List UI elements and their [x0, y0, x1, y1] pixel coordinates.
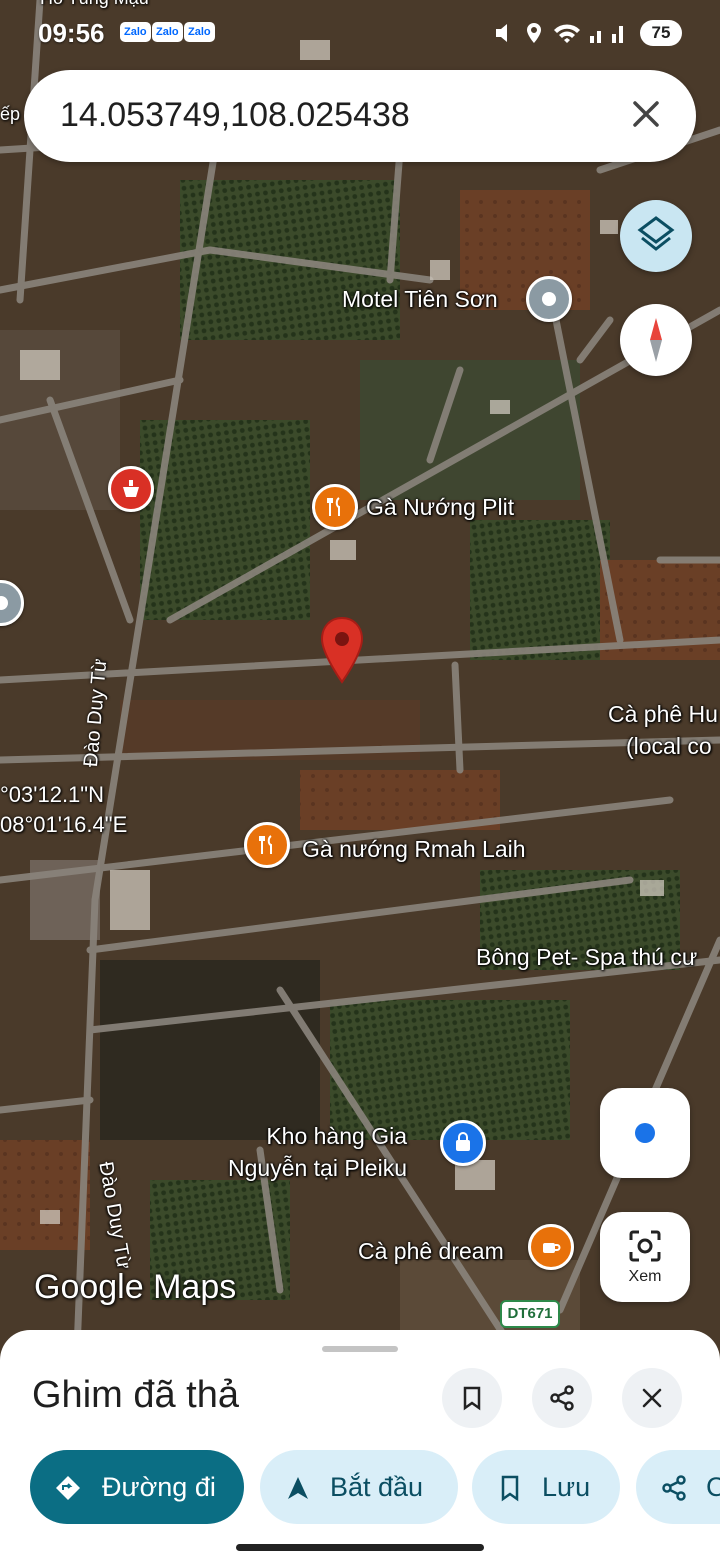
location-icon	[527, 23, 541, 43]
medical-pin-icon[interactable]	[108, 466, 154, 512]
dropped-pin-icon	[320, 616, 364, 684]
mute-icon	[496, 24, 507, 42]
wifi-icon	[554, 24, 580, 43]
search-query[interactable]: 14.053749,108.025438	[60, 96, 410, 135]
place-bottom-sheet[interactable]: Ghim đã thả Đường đi Bắt đầu Lưu C	[0, 1330, 720, 1561]
camera-lens-icon	[629, 1230, 661, 1262]
poi-motel-tien-son[interactable]: Motel Tiên Sơn	[342, 286, 498, 313]
status-time: 09:56	[38, 18, 105, 48]
lens-view-button[interactable]: Xem	[600, 1212, 690, 1302]
directions-chip[interactable]: Đường đi	[30, 1450, 244, 1524]
zalo-notification-icon: Zalo	[152, 22, 183, 42]
poi-kho-hang-name: Kho hàng Gia	[266, 1123, 407, 1149]
sheet-drag-handle[interactable]	[322, 1346, 398, 1352]
compass-icon	[650, 318, 662, 362]
start-chip[interactable]: Bắt đầu	[260, 1450, 458, 1524]
poi-ca-phe-hu-line2: (local co	[626, 733, 712, 759]
poi-kho-hang-gia-nguyen[interactable]: Kho hàng Gia Nguyễn tại Pleiku	[228, 1120, 407, 1184]
restaurant-pin-icon[interactable]	[244, 822, 290, 868]
my-location-button[interactable]	[600, 1088, 690, 1178]
google-maps-watermark: Google Maps	[34, 1268, 237, 1306]
zalo-notification-icon: Zalo	[184, 22, 215, 42]
poi-ga-nuong-plit[interactable]: Gà Nướng Plit	[366, 494, 514, 521]
share-chip[interactable]: C	[636, 1450, 720, 1524]
cafe-pin-icon[interactable]	[528, 1224, 574, 1270]
poi-bong-pet-spa[interactable]: Bông Pet- Spa thú cư	[476, 944, 697, 971]
poi-ca-phe-dream[interactable]: Cà phê dream	[358, 1238, 504, 1265]
bookmark-icon	[463, 1386, 481, 1411]
sheet-title: Ghim đã thả	[32, 1374, 239, 1416]
poi-ca-phe-hu-name: Cà phê Hu	[608, 701, 718, 727]
layers-icon	[637, 216, 675, 251]
save-chip-label: Lưu	[542, 1472, 591, 1502]
store-pin-icon[interactable]	[440, 1120, 486, 1166]
search-bar[interactable]: 14.053749,108.025438	[24, 70, 696, 162]
zalo-notification-icon: Zalo	[120, 22, 151, 42]
battery-level: 75	[640, 20, 682, 46]
directions-icon	[56, 1476, 80, 1500]
close-sheet-button[interactable]	[622, 1368, 682, 1428]
close-icon	[642, 1388, 662, 1408]
coord-lng: 08°01'16.4"E	[0, 812, 128, 837]
status-bar: 09:56 Zalo Zalo Zalo 75	[0, 0, 720, 66]
close-icon	[633, 101, 659, 127]
start-chip-label: Bắt đầu	[330, 1472, 424, 1502]
directions-chip-label: Đường đi	[102, 1472, 216, 1502]
bookmark-icon	[501, 1475, 519, 1502]
coord-lat: °03'12.1"N	[0, 782, 104, 807]
dropped-pin-coordinates: °03'12.1"N 08°01'16.4"E	[0, 780, 127, 840]
gesture-nav-bar[interactable]	[236, 1544, 484, 1551]
restaurant-pin-icon[interactable]	[312, 484, 358, 530]
poi-ga-nuong-rmah-laih[interactable]: Gà nướng Rmah Laih	[302, 836, 526, 863]
signal-icon	[590, 36, 594, 43]
share-icon	[662, 1475, 686, 1501]
compass-button[interactable]	[620, 304, 692, 376]
status-icons	[496, 23, 623, 43]
share-button[interactable]	[532, 1368, 592, 1428]
map-view[interactable]: Motel Tiên Sơn Gà Nướng Plit Cà phê Hu (…	[0, 0, 720, 1400]
poi-ca-phe-hu[interactable]: Cà phê Hu (local co	[608, 698, 718, 762]
save-chip[interactable]: Lưu	[472, 1450, 620, 1524]
share-icon	[550, 1385, 574, 1411]
side-label: ếp	[0, 104, 21, 124]
clear-search-button[interactable]	[622, 90, 670, 138]
my-location-icon	[635, 1123, 655, 1143]
route-badge-dt671: DT671	[500, 1300, 560, 1328]
layers-button[interactable]	[620, 200, 692, 272]
navigation-icon	[288, 1477, 308, 1499]
save-bookmark-button[interactable]	[442, 1368, 502, 1428]
share-chip-label: C	[706, 1472, 720, 1502]
hotel-pin-icon[interactable]	[526, 276, 572, 322]
poi-kho-hang-line2: Nguyễn tại Pleiku	[228, 1155, 407, 1181]
lens-label: Xem	[628, 1268, 662, 1285]
